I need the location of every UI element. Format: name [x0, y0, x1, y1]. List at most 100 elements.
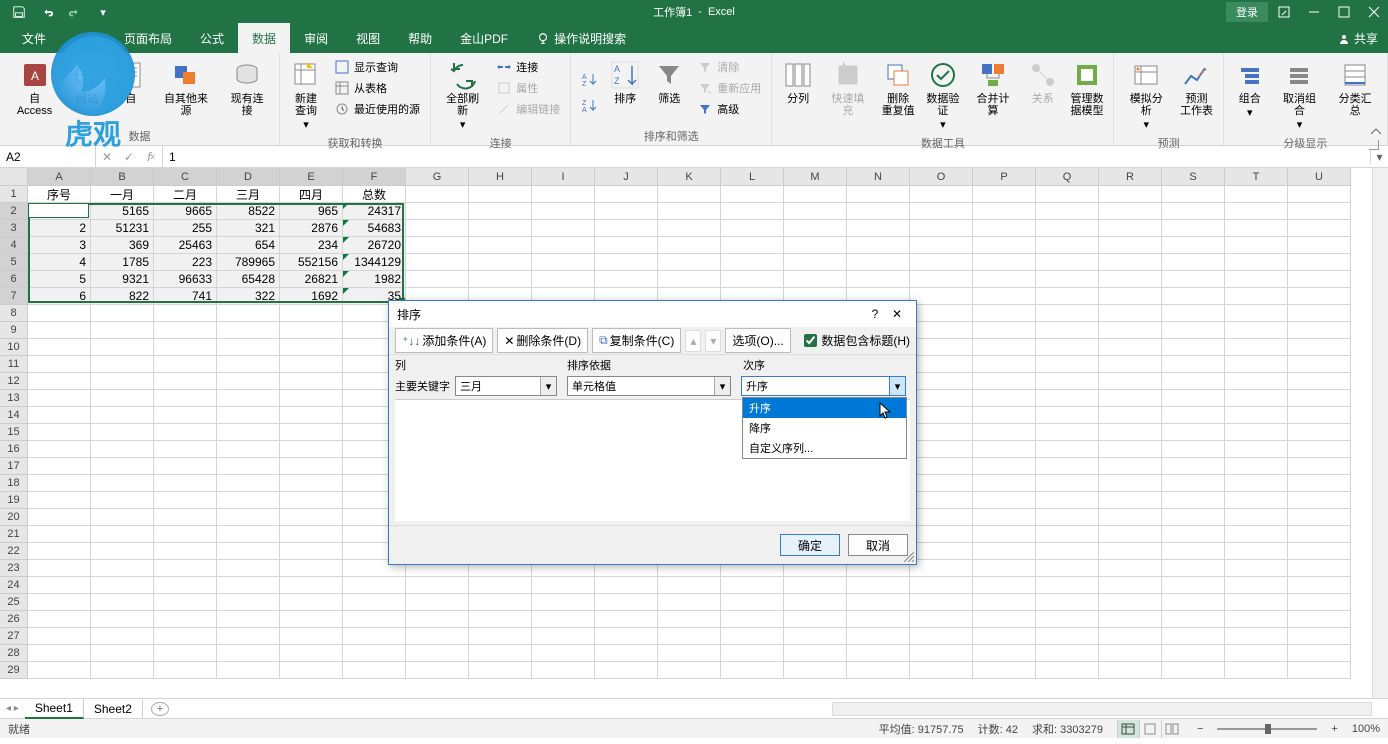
cell[interactable]: [721, 220, 784, 237]
data-model-button[interactable]: 管理数 据模型: [1067, 57, 1108, 133]
cell[interactable]: [91, 322, 154, 339]
cell[interactable]: [1288, 662, 1351, 679]
cell[interactable]: [406, 237, 469, 254]
cell[interactable]: [469, 594, 532, 611]
cell[interactable]: [28, 424, 91, 441]
cell[interactable]: [532, 662, 595, 679]
cell[interactable]: [973, 628, 1036, 645]
resize-grip-icon[interactable]: [904, 552, 914, 562]
cell[interactable]: [1036, 662, 1099, 679]
cell[interactable]: [910, 220, 973, 237]
cell[interactable]: [1099, 509, 1162, 526]
cell[interactable]: [532, 254, 595, 271]
col-header[interactable]: B: [91, 168, 154, 186]
row-header[interactable]: 12: [0, 373, 28, 390]
cell[interactable]: [91, 577, 154, 594]
cell[interactable]: [973, 441, 1036, 458]
order-option-custom[interactable]: 自定义序列...: [743, 438, 906, 458]
sort-order-select[interactable]: 升序 ▾ 升序 降序 自定义序列...: [741, 376, 906, 396]
row-header[interactable]: 24: [0, 577, 28, 594]
cell[interactable]: [217, 390, 280, 407]
cell[interactable]: 9321: [91, 271, 154, 288]
cell[interactable]: [1288, 475, 1351, 492]
has-header-checkbox[interactable]: 数据包含标题(H): [804, 332, 910, 349]
cell[interactable]: [217, 373, 280, 390]
copy-level-button[interactable]: ⧉复制条件(C): [592, 328, 681, 353]
cell[interactable]: [406, 271, 469, 288]
cell[interactable]: 二月: [154, 186, 217, 203]
cell[interactable]: [1036, 577, 1099, 594]
cell[interactable]: [973, 509, 1036, 526]
cell[interactable]: [1162, 356, 1225, 373]
cell[interactable]: [217, 628, 280, 645]
cell[interactable]: [1099, 611, 1162, 628]
cell[interactable]: [1225, 271, 1288, 288]
col-header[interactable]: K: [658, 168, 721, 186]
cell[interactable]: [28, 373, 91, 390]
cell[interactable]: [721, 271, 784, 288]
cell[interactable]: [784, 271, 847, 288]
row-header[interactable]: 22: [0, 543, 28, 560]
cell[interactable]: [469, 662, 532, 679]
cell[interactable]: [910, 356, 973, 373]
cell[interactable]: [280, 339, 343, 356]
cell[interactable]: [658, 611, 721, 628]
cell[interactable]: [406, 254, 469, 271]
dialog-help-button[interactable]: ?: [864, 307, 886, 321]
cell[interactable]: [28, 305, 91, 322]
new-sheet-button[interactable]: +: [151, 702, 169, 716]
cell[interactable]: [910, 305, 973, 322]
cell[interactable]: [973, 305, 1036, 322]
cell[interactable]: [658, 577, 721, 594]
cell[interactable]: [973, 611, 1036, 628]
maximize-button[interactable]: [1330, 1, 1358, 23]
cell[interactable]: [1225, 424, 1288, 441]
cell[interactable]: [406, 203, 469, 220]
cell[interactable]: [784, 594, 847, 611]
cell[interactable]: [1099, 424, 1162, 441]
cell[interactable]: [973, 322, 1036, 339]
cell[interactable]: [154, 560, 217, 577]
cell[interactable]: [1036, 407, 1099, 424]
cell[interactable]: [91, 560, 154, 577]
cell[interactable]: [28, 322, 91, 339]
cell[interactable]: [910, 594, 973, 611]
cell[interactable]: 4: [28, 254, 91, 271]
cell[interactable]: [1099, 373, 1162, 390]
cell[interactable]: [28, 475, 91, 492]
cell[interactable]: [1099, 645, 1162, 662]
fx-icon[interactable]: fx: [140, 146, 162, 167]
cell[interactable]: [1162, 594, 1225, 611]
cell[interactable]: [91, 339, 154, 356]
cell[interactable]: [1036, 271, 1099, 288]
cell[interactable]: [1036, 220, 1099, 237]
cell[interactable]: [973, 407, 1036, 424]
cell[interactable]: [217, 509, 280, 526]
cell[interactable]: [217, 577, 280, 594]
cell[interactable]: 1344129: [343, 254, 406, 271]
cell[interactable]: [154, 662, 217, 679]
cell[interactable]: [847, 577, 910, 594]
cell[interactable]: [280, 407, 343, 424]
cell[interactable]: [1225, 594, 1288, 611]
cell[interactable]: [154, 611, 217, 628]
tab-help[interactable]: 帮助: [394, 23, 446, 53]
cell[interactable]: [973, 560, 1036, 577]
cell[interactable]: [1225, 305, 1288, 322]
cell[interactable]: [154, 645, 217, 662]
cell[interactable]: [973, 526, 1036, 543]
cell[interactable]: [1288, 339, 1351, 356]
cell[interactable]: [910, 560, 973, 577]
options-button[interactable]: 选项(O)...: [725, 328, 790, 353]
col-header[interactable]: O: [910, 168, 973, 186]
row-header[interactable]: 25: [0, 594, 28, 611]
from-text-button[interactable]: 自: [111, 57, 151, 126]
cell[interactable]: [217, 492, 280, 509]
cell[interactable]: 26821: [280, 271, 343, 288]
cell[interactable]: [1162, 492, 1225, 509]
cell[interactable]: [1288, 509, 1351, 526]
cell[interactable]: 96633: [154, 271, 217, 288]
cell[interactable]: [1036, 356, 1099, 373]
order-option-desc[interactable]: 降序: [743, 418, 906, 438]
cell[interactable]: [1099, 492, 1162, 509]
